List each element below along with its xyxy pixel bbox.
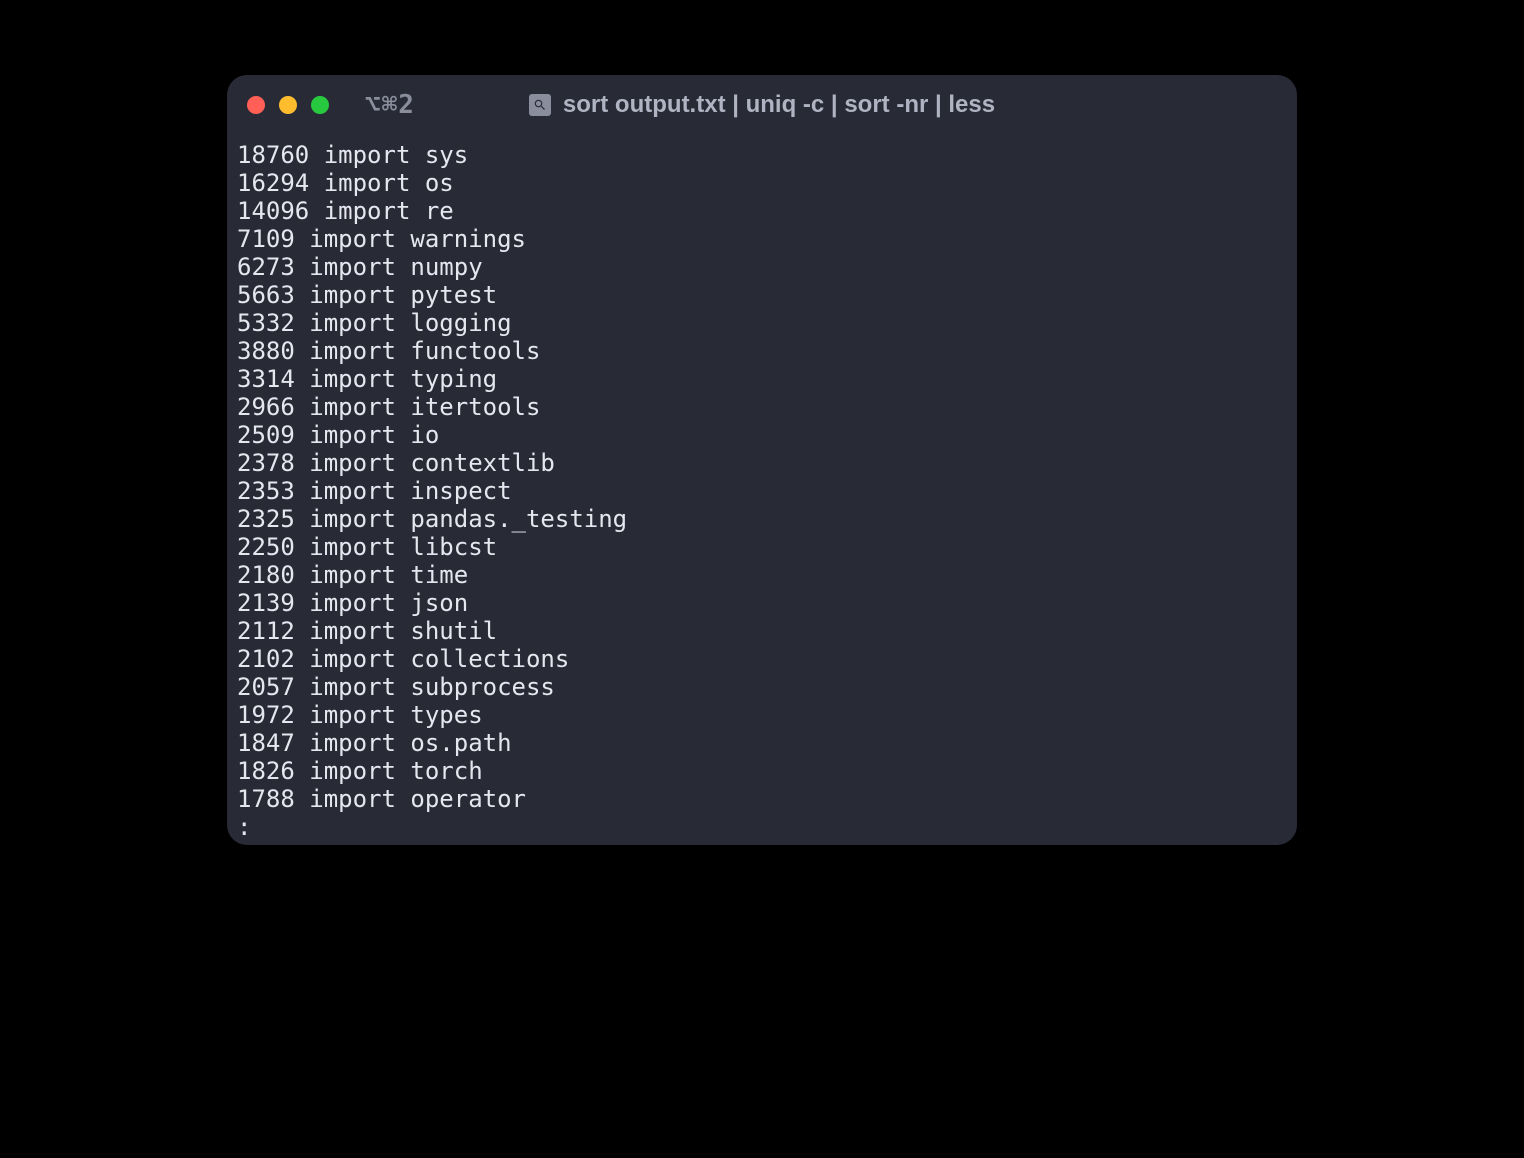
output-line: 3314 import typing [237,365,1287,393]
output-line: 5332 import logging [237,309,1287,337]
output-line: 2378 import contextlib [237,449,1287,477]
close-button[interactable] [247,96,265,114]
output-line: 2353 import inspect [237,477,1287,505]
output-line: 7109 import warnings [237,225,1287,253]
output-line: 1788 import operator [237,785,1287,813]
output-line: 2139 import json [237,589,1287,617]
output-line: 2509 import io [237,421,1287,449]
output-line: 1826 import torch [237,757,1287,785]
output-line: 5663 import pytest [237,281,1287,309]
output-line: 3880 import functools [237,337,1287,365]
output-line: 2966 import itertools [237,393,1287,421]
terminal-output[interactable]: 18760 import sys16294 import os14096 imp… [227,135,1297,845]
output-line: 18760 import sys [237,141,1287,169]
output-line: 16294 import os [237,169,1287,197]
window-title: sort output.txt | uniq -c | sort -nr | l… [563,91,995,119]
output-line: 2325 import pandas._testing [237,505,1287,533]
output-line: 2112 import shutil [237,617,1287,645]
output-line: 2057 import subprocess [237,673,1287,701]
output-line: 2250 import libcst [237,533,1287,561]
maximize-button[interactable] [311,96,329,114]
output-line: 2102 import collections [237,645,1287,673]
minimize-button[interactable] [279,96,297,114]
title-bar: ⌥⌘2 sort output.txt | uniq -c | sort -nr… [227,75,1297,135]
output-line: 1972 import types [237,701,1287,729]
search-icon [529,94,551,116]
output-line: 1847 import os.path [237,729,1287,757]
output-line: 2180 import time [237,561,1287,589]
tab-shortcut: ⌥⌘2 [365,90,415,120]
less-prompt[interactable]: : [237,813,1287,841]
traffic-lights [247,96,329,114]
output-line: 14096 import re [237,197,1287,225]
terminal-window: ⌥⌘2 sort output.txt | uniq -c | sort -nr… [227,75,1297,845]
output-line: 6273 import numpy [237,253,1287,281]
